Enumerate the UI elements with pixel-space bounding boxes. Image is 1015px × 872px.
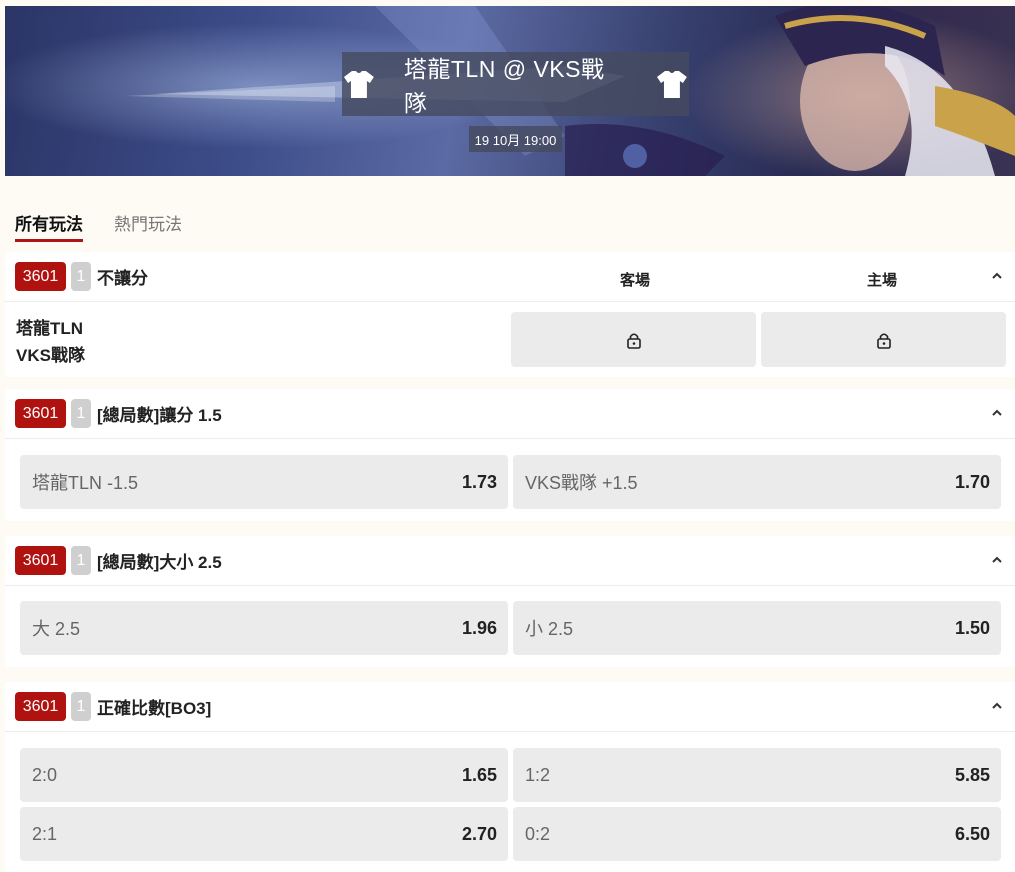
odds-button-handicap-away[interactable]: 塔龍TLN -1.5 1.73	[20, 455, 508, 509]
jersey-icon	[657, 71, 688, 98]
odds-label: 小 2.5	[525, 619, 574, 639]
tab-all-markets[interactable]: 所有玩法	[15, 210, 83, 242]
market-code-badge: 3601	[15, 262, 66, 291]
chevron-up-icon[interactable]	[991, 700, 1003, 712]
odds-label: 1:2	[525, 764, 551, 785]
market-moneyline: 3601 1 不讓分 客場 主場 塔龍TLN VKS戰隊	[5, 252, 1015, 377]
team-names: 塔龍TLN VKS戰隊	[16, 315, 85, 369]
market-count-badge: 1	[71, 399, 91, 428]
lock-icon	[876, 332, 891, 349]
odds-value: 1.50	[954, 617, 990, 638]
market-handicap: 3601 1 [總局數]讓分 1.5 塔龍TLN -1.5 1.73 VKS戰隊…	[5, 389, 1015, 521]
market-header[interactable]: 3601 1 [總局數]讓分 1.5	[5, 389, 1015, 439]
odds-value: 1.73	[461, 471, 497, 492]
match-title-box: 塔龍TLN @ VKS戰隊	[342, 52, 689, 116]
odds-button-score[interactable]: 2:0 1.65	[20, 748, 508, 802]
home-odds-locked-button[interactable]	[761, 312, 1006, 367]
market-total: 3601 1 [總局數]大小 2.5 大 2.5 1.96 小 2.5 1.50	[5, 536, 1015, 667]
odds-button-score[interactable]: 2:1 2.70	[20, 807, 508, 861]
odds-label: VKS戰隊 +1.5	[525, 473, 638, 493]
market-count-badge: 1	[71, 692, 91, 721]
odds-value: 1.70	[954, 471, 990, 492]
market-header[interactable]: 3601 1 [總局數]大小 2.5	[5, 536, 1015, 586]
market-title: [總局數]大小 2.5	[97, 553, 222, 572]
odds-label: 2:1	[32, 823, 58, 844]
lock-icon	[626, 332, 641, 349]
chevron-up-icon[interactable]	[991, 554, 1003, 566]
column-home-label: 主場	[867, 272, 898, 289]
odds-label: 塔龍TLN -1.5	[32, 473, 139, 493]
odds-value: 1.96	[461, 617, 497, 638]
odds-button-under[interactable]: 小 2.5 1.50	[513, 601, 1001, 655]
market-code-badge: 3601	[15, 546, 66, 575]
bet-type-tabs: 所有玩法 熱門玩法	[15, 210, 182, 242]
market-title: [總局數]讓分 1.5	[97, 406, 222, 425]
market-code-badge: 3601	[15, 692, 66, 721]
match-title: 塔龍TLN @ VKS戰隊	[403, 56, 605, 116]
chevron-up-icon[interactable]	[991, 270, 1003, 282]
chevron-up-icon[interactable]	[991, 407, 1003, 419]
jersey-icon	[343, 71, 374, 98]
odds-value: 6.50	[954, 823, 990, 844]
odds-value: 2.70	[461, 823, 497, 844]
odds-button-score[interactable]: 1:2 5.85	[513, 748, 1001, 802]
odds-button-over[interactable]: 大 2.5 1.96	[20, 601, 508, 655]
team-home-name: VKS戰隊	[16, 346, 85, 365]
market-code-badge: 3601	[15, 399, 66, 428]
market-header[interactable]: 3601 1 正確比數[BO3]	[5, 682, 1015, 732]
odds-label: 2:0	[32, 764, 58, 785]
odds-label: 0:2	[525, 823, 551, 844]
odds-label: 大 2.5	[32, 619, 81, 639]
market-title: 正確比數[BO3]	[97, 699, 212, 718]
event-banner: 塔龍TLN @ VKS戰隊 19 10月 19:00	[5, 6, 1015, 176]
odds-button-score[interactable]: 0:2 6.50	[513, 807, 1001, 861]
column-away-label: 客場	[620, 272, 651, 289]
market-correct-score: 3601 1 正確比數[BO3] 2:0 1.65 1:2 5.85 2:1 2…	[5, 682, 1015, 872]
market-title: 不讓分	[97, 269, 148, 288]
odds-value: 5.85	[954, 764, 990, 785]
odds-value: 1.65	[461, 764, 497, 785]
market-count-badge: 1	[71, 546, 91, 575]
market-header[interactable]: 3601 1 不讓分 客場 主場	[5, 252, 1015, 302]
tab-popular-markets[interactable]: 熱門玩法	[114, 210, 182, 242]
team-away-name: 塔龍TLN	[16, 319, 84, 338]
away-odds-locked-button[interactable]	[511, 312, 756, 367]
market-count-badge: 1	[71, 262, 91, 291]
match-datetime: 19 10月 19:00	[469, 126, 562, 152]
odds-button-handicap-home[interactable]: VKS戰隊 +1.5 1.70	[513, 455, 1001, 509]
